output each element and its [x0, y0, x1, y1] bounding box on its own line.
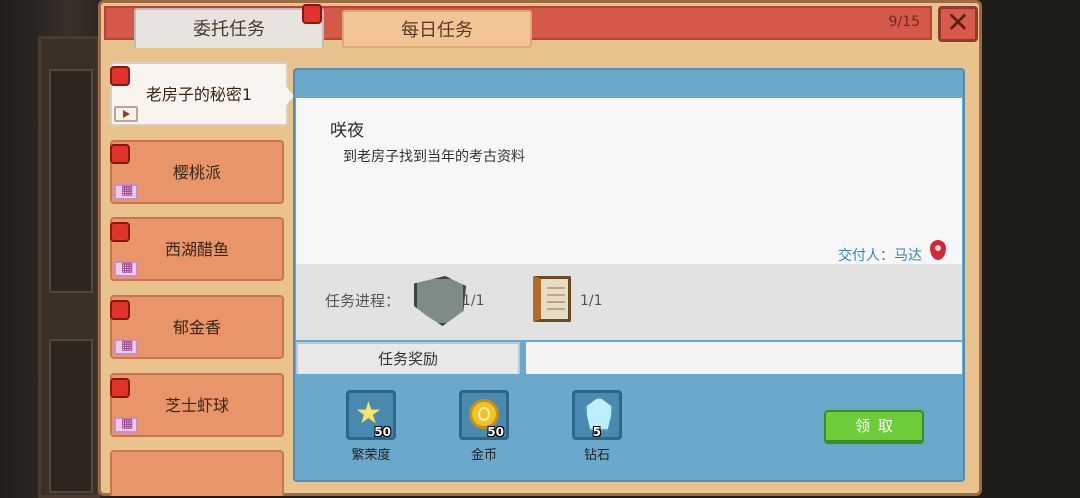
- notification-dot-icon: [110, 222, 130, 242]
- quest-description: 到老房子找到当年的考古资料: [343, 149, 525, 165]
- reward-quantity: 5: [592, 425, 601, 439]
- quest-list-item[interactable]: 老房子的秘密1: [110, 62, 288, 126]
- calendar-icon: [114, 338, 138, 355]
- notification-dot-icon: [302, 4, 322, 24]
- quest-list: 老房子的秘密1 樱桃派 西湖醋鱼 郁金香 芝士虾球: [106, 60, 290, 496]
- calendar-icon: [114, 260, 138, 277]
- notification-dot-icon: [110, 66, 130, 86]
- notification-dot-icon: [110, 300, 130, 320]
- quest-giver: 交付人：马达: [838, 248, 922, 264]
- quest-counter: 9/15: [888, 14, 920, 30]
- book-icon: [533, 276, 571, 322]
- reward-label: 钻石: [583, 448, 610, 463]
- quest-label: 老房子的秘密1: [145, 85, 253, 104]
- rewards-title: 任务奖励: [296, 342, 520, 374]
- reward-label: 金币: [470, 448, 497, 463]
- quest-label: 西湖醋鱼: [164, 240, 229, 259]
- calendar-icon: [114, 416, 138, 433]
- quest-label: 芝士虾球: [164, 396, 229, 415]
- notification-dot-icon: [110, 378, 130, 398]
- quest-list-item[interactable]: 樱桃派: [110, 140, 284, 204]
- progress-count: 1/1: [462, 293, 485, 309]
- quest-list-item[interactable]: 芝士虾球: [110, 373, 284, 437]
- quest-list-item[interactable]: 郁金香: [110, 295, 284, 359]
- reward-label: 繁荣度: [351, 448, 391, 463]
- reward-slot[interactable]: ★ 50: [346, 390, 396, 440]
- close-icon[interactable]: ✕: [938, 6, 978, 42]
- reward-quantity: 50: [374, 425, 391, 439]
- progress-label: 任务进程：: [325, 292, 401, 310]
- progress-count: 1/1: [580, 293, 603, 309]
- reward-slot[interactable]: 5: [572, 390, 622, 440]
- quest-list-item[interactable]: 西湖醋鱼: [110, 217, 284, 281]
- quest-list-item-partial[interactable]: [110, 450, 284, 496]
- notification-dot-icon: [110, 144, 130, 164]
- quest-description-box: [296, 98, 962, 264]
- tab-daily-quests[interactable]: 每日任务: [342, 10, 532, 48]
- reward-slot[interactable]: 50: [459, 390, 509, 440]
- claim-button[interactable]: 领取: [824, 410, 924, 444]
- tab-commission-quests[interactable]: 委托任务: [134, 8, 324, 48]
- rewards-header-bar: [526, 342, 962, 374]
- reward-quantity: 50: [487, 425, 504, 439]
- quest-label: 郁金香: [172, 318, 221, 337]
- calendar-icon: [114, 183, 138, 200]
- background-door: [38, 36, 100, 498]
- npc-name: 咲夜: [330, 121, 364, 141]
- flag-icon: [114, 106, 138, 122]
- quest-label: 樱桃派: [172, 163, 221, 182]
